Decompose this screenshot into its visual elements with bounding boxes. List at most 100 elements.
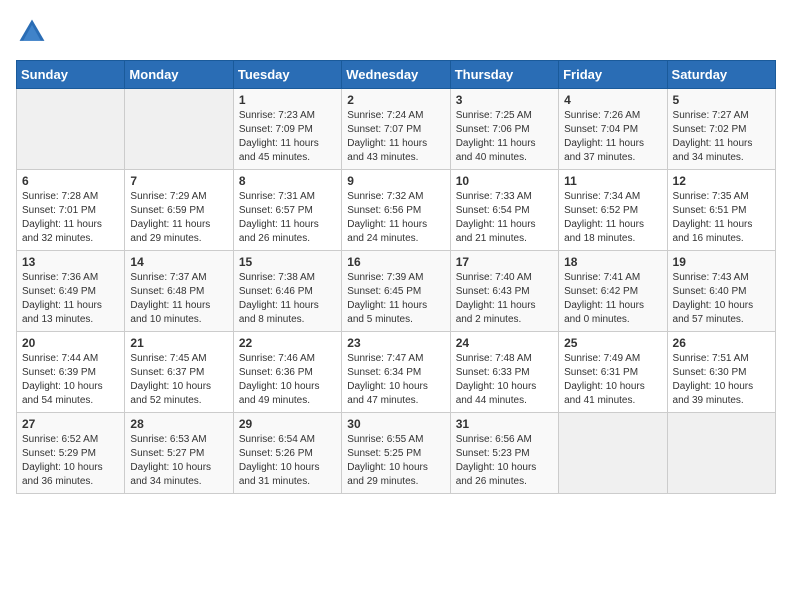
day-cell: 28 Sunrise: 6:53 AMSunset: 5:27 PMDayligh… [125,413,233,494]
day-number: 7 [130,174,227,188]
day-cell: 13 Sunrise: 7:36 AMSunset: 6:49 PMDayligh… [17,251,125,332]
day-number: 31 [456,417,553,431]
day-number: 10 [456,174,553,188]
cell-content: Sunrise: 6:55 AMSunset: 5:25 PMDaylight:… [347,433,444,489]
day-number: 4 [564,93,661,107]
cell-content: Sunrise: 7:40 AMSunset: 6:43 PMDaylight:… [456,271,553,327]
day-cell: 11 Sunrise: 7:34 AMSunset: 6:52 PMDayligh… [559,170,667,251]
day-cell: 6 Sunrise: 7:28 AMSunset: 7:01 PMDaylight… [17,170,125,251]
col-header-saturday: Saturday [667,61,775,89]
calendar-container: SundayMondayTuesdayWednesdayThursdayFrid… [0,0,792,510]
day-number: 17 [456,255,553,269]
cell-content: Sunrise: 7:36 AMSunset: 6:49 PMDaylight:… [22,271,119,327]
cell-content: Sunrise: 7:45 AMSunset: 6:37 PMDaylight:… [130,352,227,408]
cell-content: Sunrise: 7:44 AMSunset: 6:39 PMDaylight:… [22,352,119,408]
day-cell: 31 Sunrise: 6:56 AMSunset: 5:23 PMDayligh… [450,413,558,494]
cell-content: Sunrise: 6:53 AMSunset: 5:27 PMDaylight:… [130,433,227,489]
header [16,16,776,48]
day-number: 3 [456,93,553,107]
day-cell: 17 Sunrise: 7:40 AMSunset: 6:43 PMDayligh… [450,251,558,332]
cell-content: Sunrise: 7:51 AMSunset: 6:30 PMDaylight:… [673,352,770,408]
day-cell: 1 Sunrise: 7:23 AMSunset: 7:09 PMDaylight… [233,89,341,170]
cell-content: Sunrise: 7:23 AMSunset: 7:09 PMDaylight:… [239,109,336,165]
cell-content: Sunrise: 7:32 AMSunset: 6:56 PMDaylight:… [347,190,444,246]
week-row-4: 20 Sunrise: 7:44 AMSunset: 6:39 PMDayligh… [17,332,776,413]
day-cell: 15Sunrise: 7:38 AMSunset: 6:46 PMDayligh… [233,251,341,332]
day-cell [667,413,775,494]
calendar-table: SundayMondayTuesdayWednesdayThursdayFrid… [16,60,776,494]
cell-content: Sunrise: 7:47 AMSunset: 6:34 PMDaylight:… [347,352,444,408]
cell-content: Sunrise: 7:43 AMSunset: 6:40 PMDaylight:… [673,271,770,327]
cell-content: Sunrise: 7:35 AMSunset: 6:51 PMDaylight:… [673,190,770,246]
cell-content: Sunrise: 7:31 AMSunset: 6:57 PMDaylight:… [239,190,336,246]
day-number: 1 [239,93,336,107]
day-cell: 16 Sunrise: 7:39 AMSunset: 6:45 PMDayligh… [342,251,450,332]
cell-content: Sunrise: 7:25 AMSunset: 7:06 PMDaylight:… [456,109,553,165]
day-cell: 25Sunrise: 7:49 AMSunset: 6:31 PMDayligh… [559,332,667,413]
cell-content: Sunrise: 7:37 AMSunset: 6:48 PMDaylight:… [130,271,227,327]
cell-content: Sunrise: 7:27 AMSunset: 7:02 PMDaylight:… [673,109,770,165]
cell-content: Sunrise: 7:41 AMSunset: 6:42 PMDaylight:… [564,271,661,327]
day-cell: 29Sunrise: 6:54 AMSunset: 5:26 PMDayligh… [233,413,341,494]
cell-content: Sunrise: 7:26 AMSunset: 7:04 PMDaylight:… [564,109,661,165]
col-header-friday: Friday [559,61,667,89]
day-number: 8 [239,174,336,188]
day-number: 22 [239,336,336,350]
day-number: 28 [130,417,227,431]
day-number: 18 [564,255,661,269]
day-cell: 2 Sunrise: 7:24 AMSunset: 7:07 PMDaylight… [342,89,450,170]
cell-content: Sunrise: 7:29 AMSunset: 6:59 PMDaylight:… [130,190,227,246]
cell-content: Sunrise: 6:52 AMSunset: 5:29 PMDaylight:… [22,433,119,489]
day-cell [17,89,125,170]
day-cell: 5 Sunrise: 7:27 AMSunset: 7:02 PMDaylight… [667,89,775,170]
cell-content: Sunrise: 7:24 AMSunset: 7:07 PMDaylight:… [347,109,444,165]
day-cell: 26 Sunrise: 7:51 AMSunset: 6:30 PMDayligh… [667,332,775,413]
logo-icon [16,16,48,48]
col-header-monday: Monday [125,61,233,89]
cell-content: Sunrise: 7:34 AMSunset: 6:52 PMDaylight:… [564,190,661,246]
cell-content: Sunrise: 7:39 AMSunset: 6:45 PMDaylight:… [347,271,444,327]
day-number: 12 [673,174,770,188]
day-number: 6 [22,174,119,188]
day-cell: 22Sunrise: 7:46 AMSunset: 6:36 PMDayligh… [233,332,341,413]
col-header-wednesday: Wednesday [342,61,450,89]
day-number: 2 [347,93,444,107]
day-number: 5 [673,93,770,107]
day-cell: 24Sunrise: 7:48 AMSunset: 6:33 PMDayligh… [450,332,558,413]
col-header-sunday: Sunday [17,61,125,89]
day-number: 20 [22,336,119,350]
day-number: 21 [130,336,227,350]
day-cell: 3 Sunrise: 7:25 AMSunset: 7:06 PMDaylight… [450,89,558,170]
day-cell [125,89,233,170]
col-header-thursday: Thursday [450,61,558,89]
cell-content: Sunrise: 7:28 AMSunset: 7:01 PMDaylight:… [22,190,119,246]
week-row-5: 27 Sunrise: 6:52 AMSunset: 5:29 PMDayligh… [17,413,776,494]
logo [16,16,52,48]
day-cell: 23 Sunrise: 7:47 AMSunset: 6:34 PMDayligh… [342,332,450,413]
day-number: 29 [239,417,336,431]
day-cell: 21 Sunrise: 7:45 AMSunset: 6:37 PMDayligh… [125,332,233,413]
day-cell: 18 Sunrise: 7:41 AMSunset: 6:42 PMDayligh… [559,251,667,332]
day-number: 26 [673,336,770,350]
day-number: 25 [564,336,661,350]
day-number: 11 [564,174,661,188]
header-row: SundayMondayTuesdayWednesdayThursdayFrid… [17,61,776,89]
day-number: 30 [347,417,444,431]
day-number: 23 [347,336,444,350]
day-number: 27 [22,417,119,431]
day-cell: 30 Sunrise: 6:55 AMSunset: 5:25 PMDayligh… [342,413,450,494]
day-number: 13 [22,255,119,269]
day-cell: 4 Sunrise: 7:26 AMSunset: 7:04 PMDaylight… [559,89,667,170]
day-cell: 8 Sunrise: 7:31 AMSunset: 6:57 PMDaylight… [233,170,341,251]
day-number: 16 [347,255,444,269]
cell-content: Sunrise: 6:56 AMSunset: 5:23 PMDaylight:… [456,433,553,489]
day-number: 19 [673,255,770,269]
day-number: 15 [239,255,336,269]
day-cell: 10Sunrise: 7:33 AMSunset: 6:54 PMDayligh… [450,170,558,251]
day-cell: 7 Sunrise: 7:29 AMSunset: 6:59 PMDaylight… [125,170,233,251]
day-cell: 27 Sunrise: 6:52 AMSunset: 5:29 PMDayligh… [17,413,125,494]
week-row-3: 13 Sunrise: 7:36 AMSunset: 6:49 PMDayligh… [17,251,776,332]
day-cell: 14Sunrise: 7:37 AMSunset: 6:48 PMDayligh… [125,251,233,332]
week-row-2: 6 Sunrise: 7:28 AMSunset: 7:01 PMDaylight… [17,170,776,251]
day-number: 9 [347,174,444,188]
